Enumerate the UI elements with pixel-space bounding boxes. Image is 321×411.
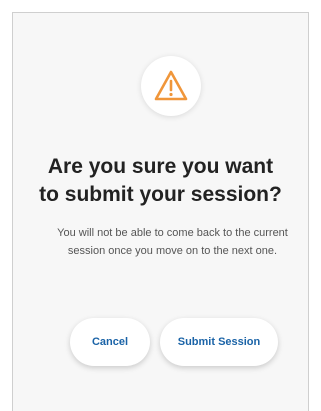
dialog-title-line-1: Are you sure you want	[47, 155, 274, 178]
dialog-message: You will not be able to come back to the…	[57, 227, 288, 257]
dialog-title-line-2: to submit your session?	[39, 183, 282, 206]
warning-icon-badge	[141, 56, 201, 116]
warning-triangle-icon	[154, 70, 188, 101]
cancel-button[interactable]: Cancel	[70, 318, 150, 366]
submit-session-button[interactable]: Submit Session	[160, 318, 278, 366]
dialog-title: Are you sure you want to submit your ses…	[13, 153, 308, 209]
confirm-submit-dialog: Are you sure you want to submit your ses…	[12, 12, 309, 411]
